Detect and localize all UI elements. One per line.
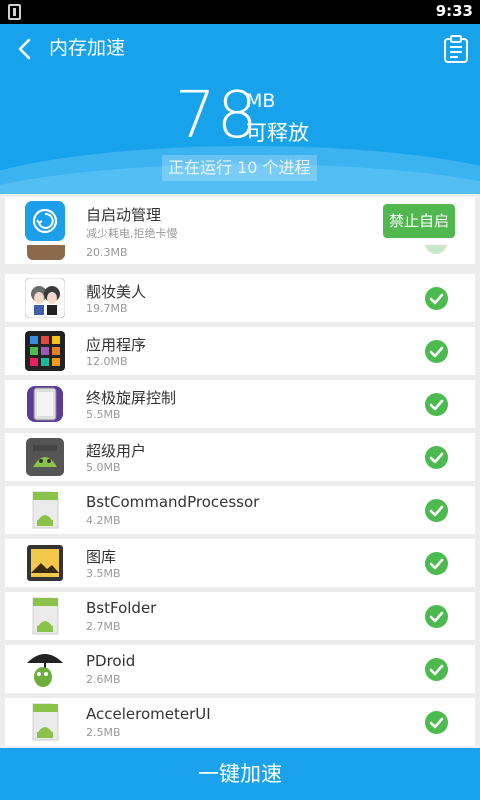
autostart-icon — [25, 201, 65, 241]
app-size: 5.0MB — [86, 461, 121, 474]
chevron-left-icon — [18, 38, 31, 60]
list-item[interactable]: 应用程序 12.0MB — [5, 327, 475, 375]
app-name: BstCommandProcessor — [86, 493, 260, 511]
list-item[interactable]: 图库 3.5MB — [5, 539, 475, 587]
app-icon — [27, 244, 65, 260]
freeable-label: 可释放 — [246, 121, 309, 145]
check-icon[interactable] — [425, 244, 447, 254]
check-icon[interactable] — [425, 552, 448, 575]
check-icon[interactable] — [425, 605, 448, 628]
app-name: BstFolder — [86, 599, 157, 617]
app-size: 12.0MB — [86, 355, 128, 368]
header: 内存加速 78 MB 可释放 正在运行 10 个进程 — [0, 24, 480, 194]
list-item[interactable]: BstFolder 2.7MB — [5, 592, 475, 640]
app-name: 靓妆美人 — [86, 283, 147, 301]
android-app-icon — [25, 702, 65, 742]
app-size: 2.7MB — [86, 620, 121, 633]
freeable-unit: MB — [246, 90, 276, 112]
app-size: 20.3MB — [86, 246, 128, 259]
pdroid-icon — [25, 649, 65, 689]
app-size: 2.6MB — [86, 673, 121, 686]
list-item-partial[interactable]: 20.3MB — [5, 244, 475, 264]
check-icon[interactable] — [425, 499, 448, 522]
list-item[interactable]: 终极旋屏控制 5.5MB — [5, 380, 475, 428]
list-item[interactable]: 靓妆美人 19.7MB — [5, 274, 475, 322]
running-processes-text: 正在运行 10 个进程 — [162, 155, 317, 181]
autostart-subtitle: 减少耗电,拒绝卡慢 — [86, 227, 178, 240]
clipboard-icon — [444, 35, 468, 63]
clipboard-button[interactable] — [442, 34, 470, 64]
check-icon[interactable] — [425, 287, 448, 310]
app-name: PDroid — [86, 652, 136, 670]
status-time: 9:33 — [435, 2, 473, 20]
list-item[interactable]: AccelerometerUI 2.5MB — [5, 698, 475, 746]
one-key-boost-button[interactable]: 一键加速 — [0, 748, 480, 800]
app-name: 应用程序 — [86, 336, 147, 354]
list-item[interactable]: 超级用户 5.0MB — [5, 433, 475, 481]
gallery-icon — [25, 543, 65, 583]
superuser-icon — [25, 437, 65, 477]
check-icon[interactable] — [425, 446, 448, 469]
app-name: 终极旋屏控制 — [86, 389, 177, 407]
app-name: 超级用户 — [86, 442, 147, 460]
check-icon[interactable] — [425, 658, 448, 681]
app-size: 3.5MB — [86, 567, 121, 580]
disable-autostart-button[interactable]: 禁止自启 — [383, 204, 455, 238]
autostart-title: 自启动管理 — [86, 206, 162, 224]
android-app-icon — [25, 596, 65, 636]
back-button[interactable] — [10, 34, 40, 64]
app-name: 图库 — [86, 548, 117, 566]
check-icon[interactable] — [425, 711, 448, 734]
page-title: 内存加速 — [49, 37, 126, 59]
beauty-app-icon — [24, 277, 66, 319]
app-grid-icon — [25, 331, 65, 371]
process-list[interactable]: 自启动管理 减少耗电,拒绝卡慢 禁止自启 20.3MB 靓妆美人 19.7MB 应用… — [0, 194, 480, 748]
check-icon[interactable] — [425, 393, 448, 416]
phone-status-icon — [8, 4, 21, 20]
app-size: 2.5MB — [86, 726, 121, 739]
check-icon[interactable] — [425, 340, 448, 363]
app-size: 4.2MB — [86, 514, 121, 527]
rotate-screen-icon — [25, 384, 65, 424]
list-item[interactable]: BstCommandProcessor 4.2MB — [5, 486, 475, 534]
app-size: 19.7MB — [86, 302, 128, 315]
autostart-manager-card[interactable]: 自启动管理 减少耗电,拒绝卡慢 禁止自启 — [5, 197, 475, 245]
app-name: AccelerometerUI — [86, 705, 211, 723]
status-bar: 9:33 — [0, 0, 480, 24]
android-app-icon — [25, 490, 65, 530]
app-size: 5.5MB — [86, 408, 121, 421]
list-item[interactable]: PDroid 2.6MB — [5, 645, 475, 693]
